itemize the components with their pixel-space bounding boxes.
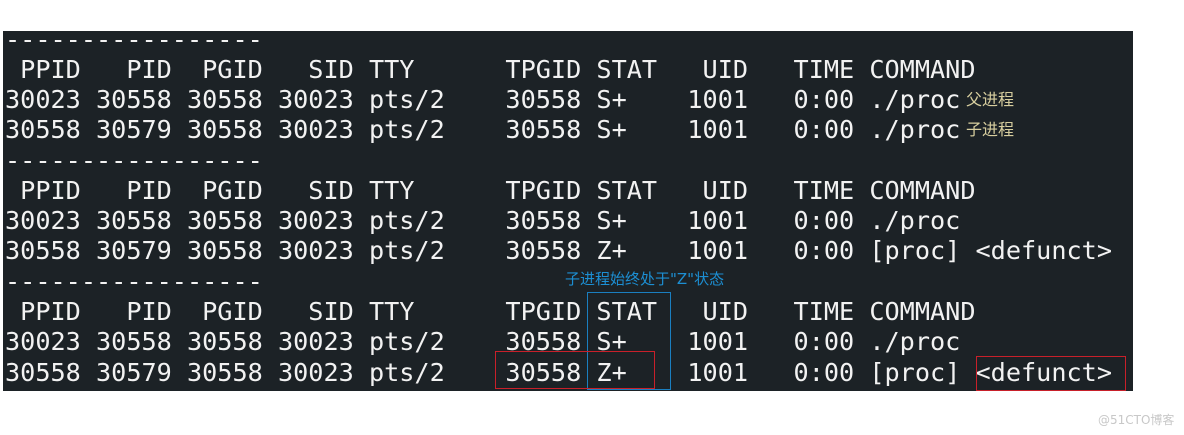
defunct-highlight — [976, 356, 1126, 391]
ps-row: 30023 30558 30558 30023 pts/2 30558 S+ 1… — [5, 327, 961, 356]
ps-header: PPID PID PGID SID TTY TPGID STAT UID TIM… — [5, 297, 976, 326]
ps-row: 30558 30579 30558 30023 pts/2 30558 Z+ 1… — [5, 236, 1112, 265]
parent-process-label: 父进程 — [966, 90, 1015, 109]
zombie-stat-highlight — [495, 351, 655, 389]
terminal-output: ----------------- PPID PID PGID SID TTY … — [3, 25, 1133, 391]
ps-row: 30023 30558 30558 30023 pts/2 30558 S+ 1… — [5, 85, 961, 114]
watermark: @51CTO博客 — [1098, 413, 1175, 427]
separator-line: ----------------- — [5, 25, 263, 54]
child-process-label: 子进程 — [966, 120, 1015, 139]
ps-row: 30023 30558 30558 30023 pts/2 30558 S+ 1… — [5, 206, 961, 235]
ps-header: PPID PID PGID SID TTY TPGID STAT UID TIM… — [5, 176, 976, 205]
separator-line: ----------------- — [5, 267, 263, 296]
ps-row: 30558 30579 30558 30023 pts/2 30558 S+ 1… — [5, 115, 961, 144]
separator-line: ----------------- — [5, 146, 263, 175]
zombie-state-note: 子进程始终处于"Z"状态 — [565, 270, 725, 288]
ps-header: PPID PID PGID SID TTY TPGID STAT UID TIM… — [5, 55, 976, 84]
